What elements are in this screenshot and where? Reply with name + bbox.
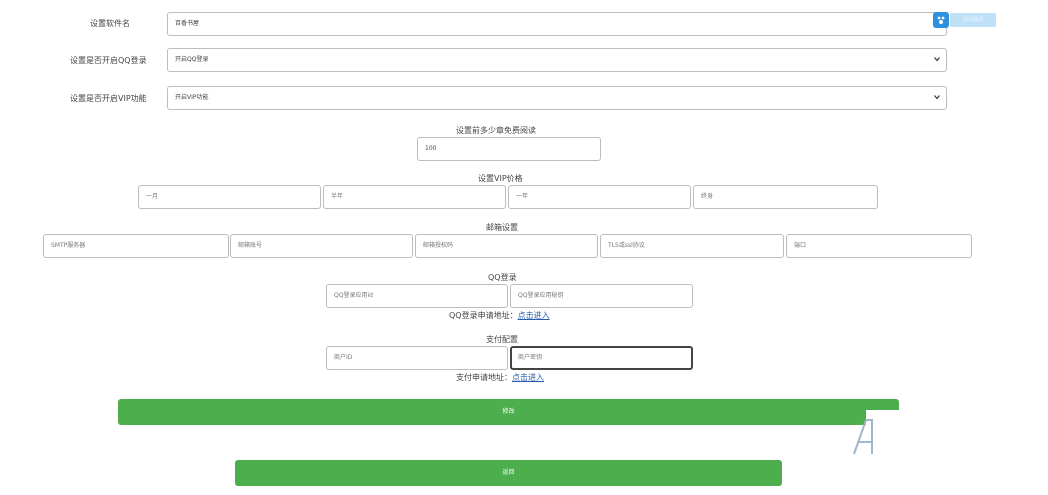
qq-apply-link[interactable]: 点击进入 [518,311,550,320]
payment-apply-line: 支付申请地址：点击进入 [456,372,544,383]
vip-price-month-input[interactable]: 一月 [138,185,321,209]
qq-login-selected: 开启QQ登录 [175,56,209,63]
software-name-input[interactable]: 百香书屋 [167,12,947,36]
vip-select[interactable]: 开启VIP功能 [167,86,947,110]
qq-config-label: QQ登录 [488,273,517,282]
baidu-translate-icon[interactable] [933,12,949,28]
payment-apply-text: 支付申请地址： [456,373,512,382]
software-name-label: 设置软件名 [90,19,130,28]
vip-label: 设置是否开启VIP功能 [70,94,147,103]
qq-login-label: 设置是否开启QQ登录 [70,56,147,65]
mail-auth-code-input[interactable]: 邮箱授权码 [415,234,598,258]
watermark-glyph [853,419,873,455]
modify-button[interactable]: 修改 [118,399,899,425]
vip-selected: 开启VIP功能 [175,94,209,101]
translate-widget-label[interactable]: 划词翻译 [950,13,996,27]
chevron-down-icon [934,57,940,62]
mail-port-input[interactable]: 端口 [786,234,972,258]
vip-price-lifetime-input[interactable]: 终身 [693,185,878,209]
payment-config-label: 支付配置 [486,335,518,344]
payment-apply-link[interactable]: 点击进入 [512,373,544,382]
qq-app-key-input[interactable]: QQ登录应用秘钥 [510,284,693,308]
qq-apply-line: QQ登录申请地址：点击进入 [449,310,550,321]
merchant-key-input[interactable]: 商户密钥 [510,346,693,370]
white-overlay-panel [866,410,1048,495]
vip-price-year-input[interactable]: 一年 [508,185,691,209]
translate-widget[interactable]: 划词翻译 [933,12,996,28]
free-chapters-input[interactable]: 100 [417,137,601,161]
qq-app-id-input[interactable]: QQ登录应用id [326,284,508,308]
mail-account-input[interactable]: 邮箱账号 [230,234,413,258]
chevron-down-icon [934,95,940,100]
vip-price-half-year-input[interactable]: 半年 [323,185,506,209]
vip-price-label: 设置VIP价格 [478,174,523,183]
mail-tls-input[interactable]: TLS或ssl协议 [600,234,784,258]
back-button[interactable]: 返回 [235,460,782,486]
mail-settings-label: 邮箱设置 [486,223,518,232]
qq-apply-text: QQ登录申请地址： [449,311,518,320]
qq-login-select[interactable]: 开启QQ登录 [167,48,947,72]
merchant-id-input[interactable]: 商户ID [326,346,508,370]
smtp-server-input[interactable]: SMTP服务器 [43,234,229,258]
free-chapters-label: 设置前多少章免费阅读 [456,126,536,135]
